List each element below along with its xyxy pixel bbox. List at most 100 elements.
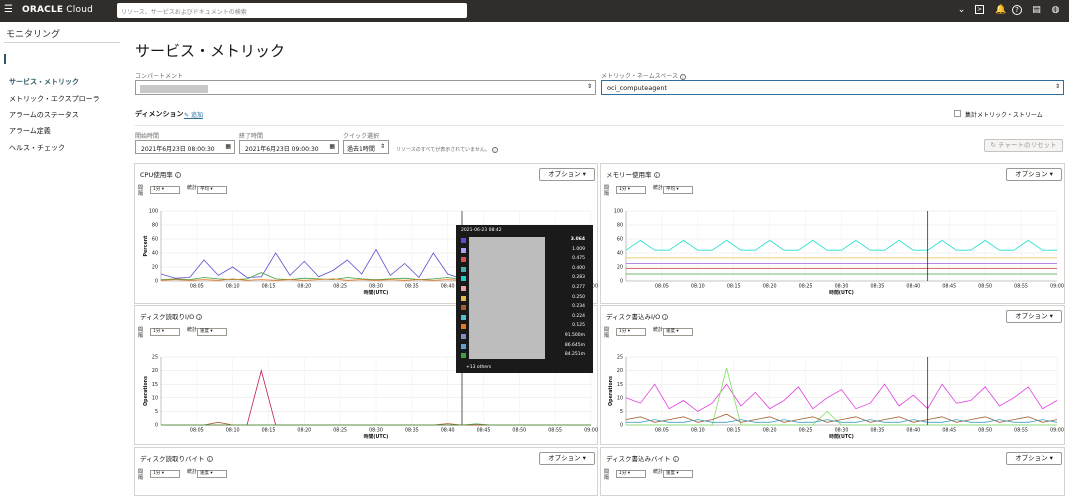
tooltip-value: 3.064 (570, 237, 585, 242)
interval-select[interactable]: 1分 ▾ (150, 470, 180, 478)
info-icon[interactable]: i (196, 314, 203, 320)
options-button[interactable]: オプション ▾ (539, 452, 595, 465)
interval-label: 間 隔 (604, 327, 610, 339)
top-nav-bar: ☰ ORACLE Cloud リソース、サービスおよびドキュメントの検索 ⌄ >… (0, 0, 1069, 22)
interval-label: 間 隔 (138, 469, 144, 481)
statistic-label: 統計 (187, 469, 198, 475)
quick-select-label: クイック選択 (343, 133, 380, 140)
tooltip-resource-names-redacted (469, 237, 545, 359)
search-input[interactable]: リソース、サービスおよびドキュメントの検索 (117, 3, 467, 18)
aggregate-checkbox[interactable] (954, 110, 961, 117)
menu-icon[interactable]: ☰ (4, 5, 14, 15)
region-chevron-icon[interactable]: ⌄ (956, 5, 967, 16)
sidebar-item-alarm-status[interactable]: アラームのステータス (9, 110, 79, 120)
interval-select[interactable]: 1分 ▾ (150, 186, 180, 194)
namespace-label: メトリック・ネームスペース i (601, 71, 686, 80)
series-swatch (461, 238, 466, 243)
sidebar-item-alarm-definitions[interactable]: アラーム定義 (9, 126, 51, 136)
sidebar-divider (4, 42, 120, 43)
tooltip-value: 84.251m (564, 352, 585, 358)
tooltip-value: 1.009 (572, 246, 585, 252)
aggregate-label: 集計メトリック・ストリーム (965, 112, 1043, 119)
end-time-input[interactable]: 2021年6月23日 09:00:30 ▦ (239, 140, 339, 154)
options-button[interactable]: オプション ▾ (1006, 310, 1062, 323)
help-icon[interactable]: ? (1012, 5, 1022, 15)
statistic-label: 統計 (187, 327, 198, 333)
series-swatch (461, 324, 466, 330)
interval-select[interactable]: 1分 ▾ (150, 328, 180, 336)
start-time-label: 開始時間 (135, 133, 160, 140)
statistic-select[interactable]: 平均 ▾ (197, 186, 227, 194)
panel-title: ディスク読取りバイト i (140, 453, 213, 463)
oracle-cloud-logo[interactable]: ORACLE Cloud (22, 5, 93, 15)
info-icon[interactable]: i (679, 73, 686, 80)
statistic-select[interactable]: 速度 ▾ (197, 470, 227, 478)
quick-select-dropdown[interactable]: 過去1時間 ⇕ (343, 140, 389, 154)
tooltip-value: 0.283 (572, 275, 585, 281)
series-swatch (461, 286, 466, 291)
interval-select[interactable]: 1分 ▾ (616, 186, 646, 194)
tooltip-value: 0.250 (572, 294, 585, 300)
info-icon[interactable]: i (653, 172, 660, 178)
namespace-select[interactable]: oci_computeagent ⇕ (601, 80, 1064, 95)
series-swatch (461, 247, 466, 253)
interval-label: 間 隔 (604, 469, 610, 481)
compartment-select[interactable]: ⇕ (135, 80, 596, 95)
calendar-icon[interactable]: ▦ (329, 143, 335, 150)
start-time-input[interactable]: 2021年6月23日 08:00:30 ▦ (135, 140, 235, 154)
tooltip-value: 0.125 (572, 323, 585, 329)
statistic-select[interactable]: 速度 ▾ (197, 328, 227, 336)
info-icon[interactable]: i (672, 456, 679, 462)
info-icon[interactable]: i (174, 172, 181, 178)
cloud-shell-icon[interactable]: > (975, 5, 984, 14)
tooltip-value: 0.475 (572, 256, 585, 262)
notification-bell-icon[interactable]: 🔔 (995, 5, 1006, 16)
info-icon[interactable]: i (662, 314, 669, 320)
divider (135, 125, 1064, 126)
tooltip-value: 91.500m (564, 333, 585, 338)
sidebar-item-health-checks[interactable]: ヘルス・チェック (9, 143, 65, 153)
statistic-select[interactable]: 速度 ▾ (663, 470, 693, 478)
statistic-label: 統計 (187, 185, 198, 191)
sidebar-active-indicator (4, 54, 6, 64)
sidebar-item-service-metrics[interactable]: サービス・メトリック (9, 77, 79, 87)
panel-title: CPU使用率 i (140, 169, 181, 179)
dimension-label: ディメンション (135, 110, 184, 118)
panel-title: ディスク書込みI/O i (606, 311, 669, 321)
calendar-icon[interactable]: ▦ (225, 143, 231, 150)
options-button[interactable]: オプション ▾ (1006, 168, 1062, 181)
panel-title: ディスク書込みバイト i (606, 453, 679, 463)
panel-title: ディスク読取りI/O i (140, 311, 203, 321)
reset-charts-button[interactable]: ↻ チャートのリセット (984, 139, 1063, 152)
options-button[interactable]: オプション ▾ (539, 168, 595, 181)
tooltip-value: 0.224 (572, 313, 585, 319)
statistic-label: 統計 (653, 327, 664, 333)
info-icon[interactable]: i (491, 146, 498, 153)
language-globe-icon[interactable]: ◍ (1050, 5, 1061, 16)
end-time-label: 終了時間 (239, 133, 264, 140)
chart-tooltip: 2021-06-23 08:42 3.064 1.009 0.475 0.400 0.2… (456, 225, 593, 373)
statistic-select[interactable]: 速度 ▾ (663, 328, 693, 336)
compartment-label: コンパートメント (135, 73, 184, 80)
tooltip-value: 0.234 (572, 304, 585, 310)
select-arrows-icon: ⇕ (379, 143, 385, 150)
series-swatch (461, 305, 466, 311)
info-icon[interactable]: i (206, 456, 213, 462)
statistic-label: 統計 (653, 469, 664, 475)
panel-title: メモリー使用率 i (606, 169, 660, 179)
chat-icon[interactable]: ▤ (1031, 5, 1042, 16)
series-swatch (461, 343, 466, 349)
interval-label: 間 隔 (138, 327, 144, 339)
interval-select[interactable]: 1分 ▾ (616, 470, 646, 478)
add-dimension-link[interactable]: ✎ 追加 (184, 110, 203, 119)
sidebar-item-metrics-explorer[interactable]: メトリック・エクスプローラ (9, 94, 100, 104)
interval-select[interactable]: 1分 ▾ (616, 328, 646, 336)
options-button[interactable]: オプション ▾ (1006, 452, 1062, 465)
statistic-select[interactable]: 平均 ▾ (663, 186, 693, 194)
compartment-value-redacted (140, 85, 208, 93)
tooltip-value: 86.645m (564, 342, 585, 348)
select-arrows-icon: ⇕ (1054, 83, 1060, 90)
series-swatch (461, 353, 466, 359)
series-swatch (461, 295, 466, 301)
memory-panel: メモリー使用率 i オプション ▾ (600, 163, 1065, 304)
